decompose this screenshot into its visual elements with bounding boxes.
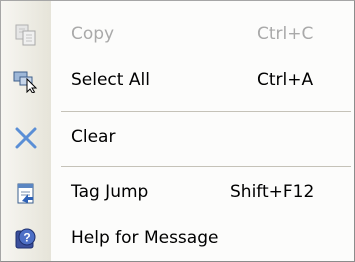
menu-separator: [61, 166, 351, 167]
menu-item-label: Help for Message: [71, 228, 219, 248]
menu-item-label: Select All: [71, 70, 150, 90]
menu-item-shortcut: Ctrl+A: [257, 70, 314, 90]
context-menu: Copy Ctrl+C Select All Ctrl+A Clear Tag …: [0, 0, 355, 262]
menu-item-label: Clear: [71, 127, 116, 147]
menu-separator: [61, 111, 351, 112]
menu-item-copy[interactable]: Copy Ctrl+C: [1, 13, 354, 57]
help-icon: ?: [13, 227, 39, 251]
menu-item-select-all[interactable]: Select All Ctrl+A: [1, 59, 354, 103]
copy-icon: [13, 23, 39, 47]
menu-item-clear[interactable]: Clear: [1, 116, 354, 160]
menu-item-label: Tag Jump: [71, 182, 149, 202]
svg-text:?: ?: [23, 231, 30, 245]
tag-jump-icon: [13, 181, 39, 205]
menu-item-shortcut: Shift+F12: [230, 182, 315, 202]
clear-icon: [13, 126, 39, 150]
menu-item-tag-jump[interactable]: Tag Jump Shift+F12: [1, 171, 354, 215]
menu-item-help-for-message[interactable]: ? Help for Message: [1, 217, 354, 261]
menu-item-shortcut: Ctrl+C: [257, 24, 314, 44]
select-all-icon: [13, 69, 39, 94]
menu-item-label: Copy: [71, 24, 115, 44]
